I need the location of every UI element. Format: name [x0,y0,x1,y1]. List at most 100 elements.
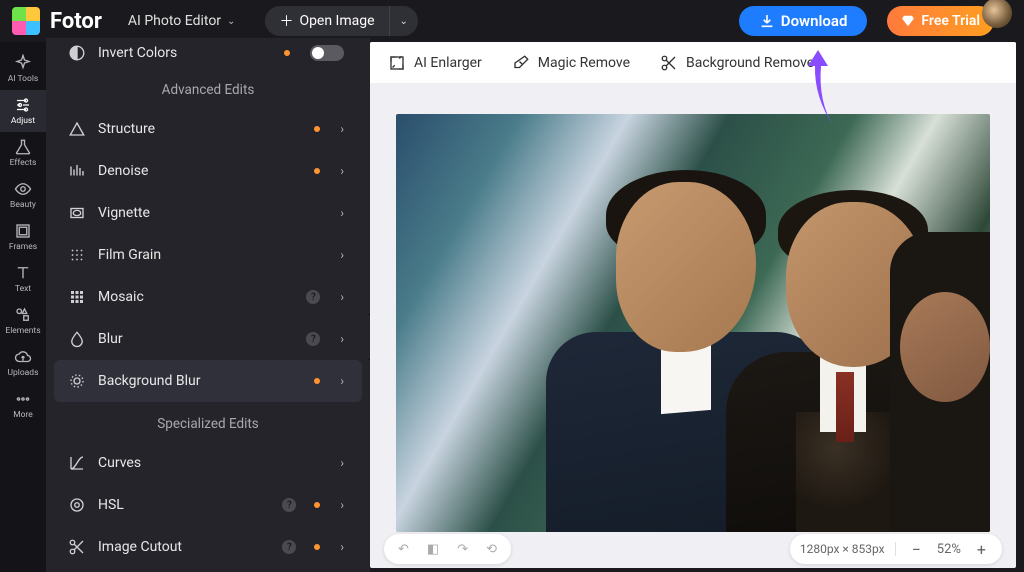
row-mosaic[interactable]: Mosaic ? › [54,276,362,318]
zoom-out-button[interactable]: − [906,540,927,559]
download-button[interactable]: Download [739,6,868,36]
diamond-icon [901,14,915,28]
adjust-panel: Invert Colors Advanced Edits Structure ›… [46,38,370,572]
download-icon [759,13,775,29]
section-specialized: Specialized Edits [46,402,370,442]
vignette-icon [68,204,86,222]
blur-icon [68,330,86,348]
eraser-icon [512,54,530,72]
download-label: Download [781,12,848,30]
brand-name: Fotor [50,9,102,34]
row-image-cutout[interactable]: Image Cutout ? › [54,526,362,568]
chevron-down-icon: ⌄ [400,16,408,27]
rail-beauty[interactable]: Beauty [0,174,46,216]
rail-more[interactable]: More [0,384,46,426]
sparkles-icon [14,54,32,72]
rail-elements[interactable]: Elements [0,300,46,342]
sliders-icon [14,96,32,114]
image-dimensions: 1280px × 853px [800,542,896,556]
open-image-menu[interactable]: ⌄ [389,6,418,36]
redo-button[interactable]: ↷ [451,542,474,557]
row-structure[interactable]: Structure › [54,108,362,150]
user-avatar[interactable] [982,0,1012,28]
dot-indicator [314,168,320,174]
section-advanced: Advanced Edits [46,68,370,108]
shapes-icon [14,306,32,324]
help-icon[interactable]: ? [282,540,296,554]
open-image-label: Open Image [299,13,374,29]
mosaic-icon [68,288,86,306]
invert-colors-row[interactable]: Invert Colors [54,38,362,68]
chevron-right-icon: › [340,456,344,470]
dot-indicator [314,502,320,508]
help-icon[interactable]: ? [306,290,320,304]
eye-icon [14,180,32,198]
row-blur[interactable]: Blur ? › [54,318,362,360]
scissors-icon [660,54,678,72]
free-trial-button[interactable]: Free Trial [887,6,994,36]
zoom-in-button[interactable]: + [971,540,992,559]
annotation-arrow [790,42,850,137]
rail-adjust[interactable]: Adjust [0,90,46,132]
curves-icon [68,454,86,472]
help-icon[interactable]: ? [282,498,296,512]
bg-blur-icon [68,372,86,390]
free-trial-label: Free Trial [921,13,980,29]
plus-icon: ＋ [279,11,293,31]
logo-icon [12,7,40,35]
open-image-button[interactable]: ＋ Open Image ⌄ [265,6,418,36]
chevron-right-icon: › [340,248,344,262]
row-vignette[interactable]: Vignette › [54,192,362,234]
rail-frames[interactable]: Frames [0,216,46,258]
help-icon[interactable]: ? [306,332,320,346]
compare-button[interactable]: ◧ [421,542,445,557]
image-canvas[interactable] [396,114,990,532]
left-rail: AI Tools Adjust Effects Beauty Frames Te… [0,42,46,572]
app-header: Fotor AI Photo Editor ⌄ ＋ Open Image ⌄ D… [0,0,1024,42]
row-denoise[interactable]: Denoise › [54,150,362,192]
row-background-blur[interactable]: Background Blur › [54,360,362,402]
hsl-icon [68,496,86,514]
grain-icon [68,246,86,264]
rail-uploads[interactable]: Uploads [0,342,46,384]
rail-ai-tools[interactable]: AI Tools [0,48,46,90]
scissors-icon [68,538,86,556]
rail-effects[interactable]: Effects [0,132,46,174]
reset-button[interactable]: ⟲ [480,542,503,557]
zoom-level: 52% [937,542,961,557]
editor-mode-label: AI Photo Editor [128,13,221,29]
dot-indicator [314,544,320,550]
cloud-upload-icon [14,348,32,366]
invert-toggle[interactable] [310,45,344,61]
contrast-icon [68,44,86,62]
canvas-area: AI Enlarger Magic Remove Background Remo… [370,42,1016,568]
tool-ai-enlarger[interactable]: AI Enlarger [388,54,482,72]
chevron-right-icon: › [340,374,344,388]
row-film-grain[interactable]: Film Grain › [54,234,362,276]
frame-icon [14,222,32,240]
zoom-controls: 1280px × 853px − 52% + [790,534,1002,564]
editor-mode-dropdown[interactable]: AI Photo Editor ⌄ [128,13,236,29]
chevron-right-icon: › [340,540,344,554]
dot-indicator [284,50,290,56]
dot-indicator [314,126,320,132]
chevron-down-icon: ⌄ [227,16,235,27]
chevron-right-icon: › [340,164,344,178]
undo-button[interactable]: ↶ [392,542,415,557]
tool-magic-remove[interactable]: Magic Remove [512,54,630,72]
chevron-right-icon: › [340,290,344,304]
enlarge-icon [388,54,406,72]
noise-icon [68,162,86,180]
flask-icon [14,138,32,156]
chevron-right-icon: › [340,498,344,512]
photo-subject [870,232,990,532]
chevron-right-icon: › [340,122,344,136]
text-icon [14,264,32,282]
chevron-right-icon: › [340,332,344,346]
dots-icon [14,390,32,408]
invert-label: Invert Colors [98,45,272,61]
rail-text[interactable]: Text [0,258,46,300]
canvas-toolbar: AI Enlarger Magic Remove Background Remo… [370,42,1016,84]
row-hsl[interactable]: HSL ? › [54,484,362,526]
row-curves[interactable]: Curves › [54,442,362,484]
